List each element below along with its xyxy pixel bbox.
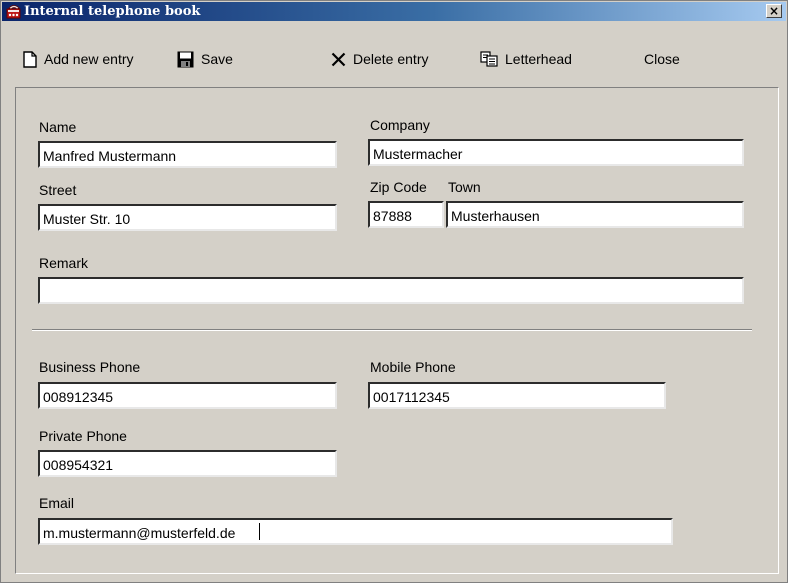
phonebook-icon (6, 4, 22, 19)
street-field[interactable] (38, 204, 337, 231)
save-button[interactable]: Save (177, 48, 233, 70)
town-field[interactable] (446, 201, 744, 228)
add-new-entry-label: Add new entry (44, 51, 134, 67)
new-document-icon (23, 50, 37, 68)
copy-documents-icon (480, 51, 498, 67)
add-new-entry-button[interactable]: Add new entry (23, 48, 134, 70)
email-field[interactable] (38, 518, 673, 545)
section-divider (32, 329, 752, 331)
close-label: Close (644, 51, 680, 67)
zip-code-label: Zip Code (370, 179, 427, 195)
zip-code-field[interactable] (368, 201, 444, 228)
phonebook-window: Internal telephone book × Add new entry … (0, 0, 788, 583)
title-bar[interactable]: Internal telephone book × (2, 2, 786, 21)
remark-field[interactable] (38, 277, 744, 304)
delete-entry-label: Delete entry (353, 51, 429, 67)
company-label: Company (370, 117, 430, 133)
business-phone-field[interactable] (38, 382, 337, 409)
private-phone-label: Private Phone (39, 428, 127, 444)
name-field[interactable] (38, 141, 337, 168)
company-field[interactable] (368, 139, 744, 166)
x-delete-icon (331, 52, 346, 66)
street-label: Street (39, 182, 77, 198)
floppy-disk-icon (177, 51, 194, 67)
window-title: Internal telephone book (24, 4, 201, 19)
save-label: Save (201, 51, 233, 67)
email-label: Email (39, 495, 75, 511)
town-label: Town (448, 179, 481, 195)
letterhead-label: Letterhead (505, 51, 572, 67)
business-phone-label: Business Phone (39, 359, 141, 375)
private-phone-field[interactable] (38, 450, 337, 477)
remark-label: Remark (39, 255, 89, 271)
letterhead-button[interactable]: Letterhead (480, 48, 572, 70)
name-label: Name (39, 119, 77, 135)
toolbar: Add new entry Save Delete entry Letterhe… (1, 45, 787, 75)
delete-entry-button[interactable]: Delete entry (331, 48, 428, 70)
close-button[interactable]: Close (644, 48, 680, 70)
mobile-phone-label: Mobile Phone (370, 359, 456, 375)
text-caret (259, 523, 260, 540)
window-close-button[interactable]: × (766, 4, 782, 18)
mobile-phone-field[interactable] (368, 382, 666, 409)
